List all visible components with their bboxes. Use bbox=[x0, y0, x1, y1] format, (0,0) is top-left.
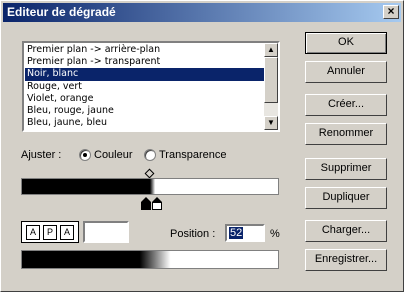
gradient-bar[interactable] bbox=[21, 178, 279, 195]
stop-type-a2-button[interactable]: A bbox=[60, 225, 74, 240]
load-button[interactable]: Charger... bbox=[305, 220, 387, 242]
position-unit: % bbox=[270, 228, 280, 240]
color-stop-white[interactable] bbox=[152, 197, 162, 211]
list-scrollbar[interactable]: ▲ ▼ bbox=[264, 43, 278, 130]
window-title: Editeur de dégradé bbox=[7, 5, 116, 19]
position-input[interactable]: 52 bbox=[225, 224, 265, 242]
radio-transparence-label[interactable]: Transparence bbox=[159, 149, 226, 161]
ok-button[interactable]: OK bbox=[305, 32, 387, 54]
gradient-list-item[interactable]: Violet, orange bbox=[25, 93, 265, 105]
gradient-list-item[interactable]: Noir, blanc bbox=[25, 68, 265, 81]
radio-couleur-label[interactable]: Couleur bbox=[94, 149, 133, 161]
delete-button[interactable]: Supprimer bbox=[305, 158, 387, 180]
radio-transparence[interactable] bbox=[144, 149, 156, 161]
cancel-button[interactable]: Annuler bbox=[305, 61, 387, 83]
gradient-list-items: Premier plan -> arrière-plan Premier plan… bbox=[25, 44, 265, 131]
save-button[interactable]: Enregistrer... bbox=[305, 249, 387, 271]
gradient-list-item[interactable]: Premier plan -> arrière-plan bbox=[25, 44, 265, 56]
radio-couleur[interactable] bbox=[79, 149, 91, 161]
stop-type-a-button[interactable]: A bbox=[26, 225, 40, 240]
stop-color-swatch[interactable] bbox=[83, 221, 129, 243]
scroll-down-button[interactable]: ▼ bbox=[264, 116, 278, 130]
stop-type-group: A P A bbox=[21, 221, 79, 243]
color-stop-black[interactable] bbox=[141, 197, 151, 211]
gradient-list-item[interactable]: Bleu, rouge, jaune bbox=[25, 105, 265, 117]
scroll-up-button[interactable]: ▲ bbox=[264, 43, 278, 57]
gradient-list-item[interactable]: Rouge, vert bbox=[25, 81, 265, 93]
create-button[interactable]: Créer... bbox=[305, 94, 387, 116]
position-label: Position : bbox=[170, 228, 216, 240]
scroll-thumb[interactable] bbox=[264, 57, 278, 103]
duplicate-button[interactable]: Dupliquer bbox=[305, 187, 387, 209]
gradient-editor-window: Editeur de dégradé × Premier plan -> arr… bbox=[0, 0, 404, 292]
title-bar: Editeur de dégradé × bbox=[3, 3, 401, 22]
gradient-list-item[interactable]: Bleu, jaune, bleu bbox=[25, 117, 265, 129]
close-button[interactable]: × bbox=[383, 5, 399, 19]
gradient-list[interactable]: Premier plan -> arrière-plan Premier plan… bbox=[22, 41, 280, 132]
gradient-preview bbox=[21, 250, 279, 269]
rename-button[interactable]: Renommer bbox=[305, 123, 387, 145]
adjust-label: Ajuster : bbox=[21, 149, 62, 161]
position-value: 52 bbox=[229, 227, 244, 239]
stop-type-p-button[interactable]: P bbox=[43, 225, 57, 240]
midpoint-diamond[interactable] bbox=[144, 168, 155, 179]
gradient-list-item[interactable]: Premier plan -> transparent bbox=[25, 56, 265, 68]
